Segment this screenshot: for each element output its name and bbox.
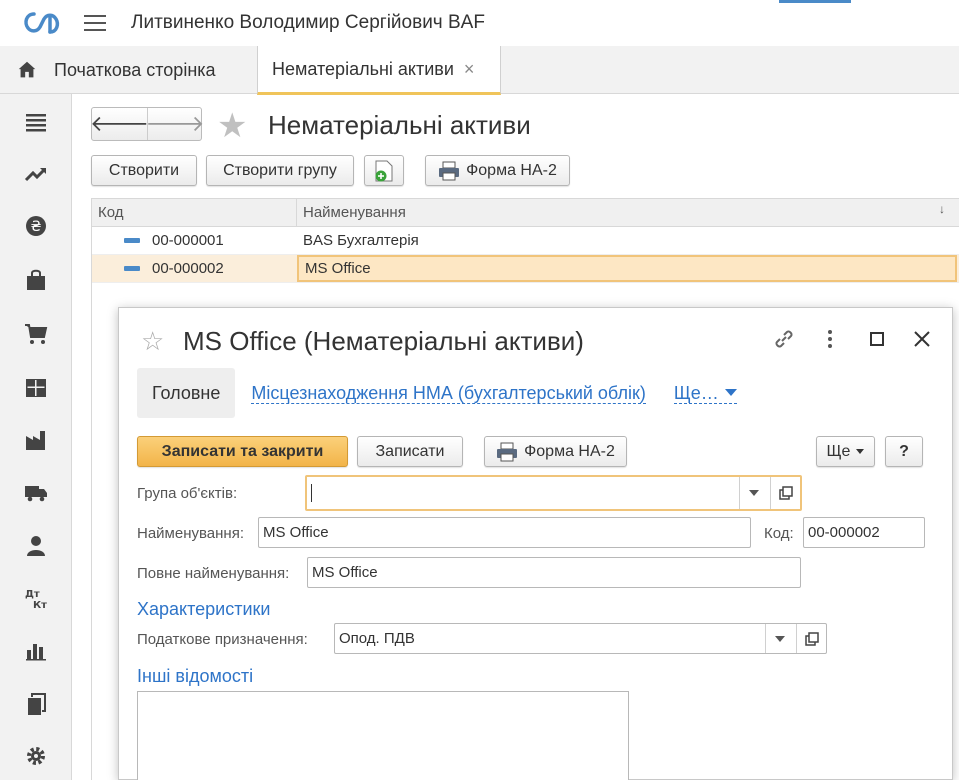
chevron-down-icon [856, 449, 865, 454]
row-code: 00-000002 [152, 260, 224, 277]
name-field[interactable]: MS Office [258, 517, 751, 548]
sidebar-factory-icon[interactable] [24, 428, 48, 452]
tab-home-label: Початкова сторінка [54, 59, 216, 80]
more-button-label: Ще [826, 442, 851, 460]
printer-icon [439, 161, 460, 180]
group-label: Група об'єктів: [137, 485, 238, 502]
group-open-button[interactable] [770, 477, 800, 509]
tax-purpose-field[interactable]: Опод. ПДВ [334, 623, 827, 654]
create-group-button[interactable]: Створити групу [206, 155, 354, 186]
chevron-down-icon [748, 490, 759, 496]
sidebar: ₴ Дт Кт [0, 94, 72, 780]
sort-desc-icon: ↓ [939, 202, 945, 216]
sidebar-settings-icon[interactable] [24, 744, 48, 768]
more-actions-icon[interactable] [817, 326, 843, 352]
history-nav: 🡐 🡒 [90, 107, 205, 141]
sidebar-reports-icon[interactable] [24, 638, 48, 662]
tab-intangible-assets[interactable]: Нематеріальні активи × [257, 46, 501, 95]
chevron-down-icon [724, 389, 737, 396]
item-marker-icon [124, 266, 140, 271]
sidebar-currency-icon[interactable]: ₴ [24, 214, 48, 238]
sidebar-warehouse-icon[interactable] [24, 376, 48, 400]
tab-home[interactable]: Початкова сторінка [0, 46, 250, 94]
column-header-name[interactable]: Найменування ↓ [297, 199, 959, 226]
page-title: Нематеріальні активи [268, 110, 531, 140]
main-menu-icon[interactable] [84, 15, 106, 31]
sidebar-menu-icon[interactable] [24, 110, 48, 134]
top-bar: Литвиненко Володимир Сергійович BAF [0, 0, 959, 46]
sidebar-bag-icon[interactable] [24, 268, 48, 292]
section-characteristics[interactable]: Характеристики [137, 599, 270, 620]
open-window-icon [778, 486, 793, 500]
sidebar-truck-icon[interactable] [24, 480, 48, 504]
favorite-star-icon[interactable]: ★ [217, 106, 247, 146]
table-row-selected[interactable]: 00-000002 MS Office [92, 255, 959, 283]
section-other-info[interactable]: Інші відомості [137, 666, 253, 687]
svg-text:Кт: Кт [33, 600, 47, 610]
name-label: Найменування: [137, 525, 244, 542]
tab-location[interactable]: Місцезнаходження НМА (бухгалтерський обл… [251, 383, 646, 404]
tax-purpose-label: Податкове призначення: [137, 631, 308, 648]
svg-text:₴: ₴ [31, 219, 42, 235]
row-name: BAS Бухгалтерія [303, 232, 419, 249]
maximize-icon[interactable] [864, 326, 890, 352]
print-form-button[interactable]: Форма НА-2 [425, 155, 570, 186]
open-window-icon [804, 631, 819, 646]
save-and-close-button[interactable]: Записати та закрити [137, 436, 348, 467]
code-label: Код: [764, 525, 794, 542]
print-form-label: Форма НА-2 [466, 161, 557, 179]
save-button[interactable]: Записати [357, 436, 463, 467]
item-marker-icon [124, 238, 140, 243]
app-logo-icon[interactable] [22, 10, 62, 36]
more-button[interactable]: Ще [816, 436, 875, 467]
top-accent-line [779, 0, 851, 3]
close-icon[interactable] [909, 326, 935, 352]
sidebar-person-icon[interactable] [24, 534, 48, 558]
sidebar-debit-credit-icon[interactable]: Дт Кт [24, 586, 48, 610]
close-tab-icon[interactable]: × [464, 59, 475, 80]
tabs-bar: Початкова сторінка Нематеріальні активи … [0, 46, 959, 95]
table-header: Код Найменування ↓ [92, 199, 959, 227]
help-button[interactable]: ? [885, 436, 923, 467]
group-dropdown-button[interactable] [739, 477, 767, 509]
print-form-button[interactable]: Форма НА-2 [484, 436, 627, 467]
print-form-label: Форма НА-2 [524, 442, 615, 460]
home-icon [18, 61, 36, 78]
tab-more-label: Ще… [673, 382, 719, 403]
tax-purpose-value: Опод. ПДВ [339, 630, 415, 647]
sidebar-cart-icon[interactable] [24, 322, 48, 346]
form-tabs: Головне Місцезнаходження НМА (бухгалтерс… [137, 368, 737, 418]
create-button[interactable]: Створити [91, 155, 197, 186]
tab-more[interactable]: Ще… [673, 382, 737, 404]
link-icon[interactable] [771, 326, 797, 352]
text-cursor [311, 484, 312, 502]
forward-button[interactable]: 🡒 [146, 108, 205, 140]
tab-main[interactable]: Головне [137, 368, 236, 418]
sidebar-documents-icon[interactable] [24, 692, 48, 716]
svg-text:Дт: Дт [25, 589, 40, 600]
sidebar-trend-icon[interactable] [24, 162, 48, 186]
tab-active-label: Нематеріальні активи [272, 58, 454, 79]
full-name-label: Повне найменування: [137, 565, 290, 582]
chevron-down-icon [774, 635, 785, 642]
tax-open-button[interactable] [796, 624, 826, 653]
add-copy-button[interactable] [364, 155, 404, 186]
favorite-star-icon[interactable]: ☆ [141, 326, 164, 357]
column-header-name-label: Найменування [303, 204, 406, 221]
app-title: Литвиненко Володимир Сергійович BAF [131, 12, 485, 33]
other-info-textarea[interactable] [137, 691, 629, 780]
column-header-code[interactable]: Код [92, 199, 297, 226]
table-row[interactable]: 00-000001 BAS Бухгалтерія [92, 227, 959, 255]
full-name-field[interactable]: MS Office [307, 557, 801, 588]
form-title: MS Office (Нематеріальні активи) [183, 326, 584, 356]
row-code: 00-000001 [152, 232, 224, 249]
code-field[interactable]: 00-000002 [803, 517, 925, 548]
back-button[interactable]: 🡐 [90, 108, 149, 140]
tax-dropdown-button[interactable] [765, 624, 793, 653]
item-form-window: ☆ MS Office (Нематеріальні активи) Голов… [118, 307, 953, 780]
group-field[interactable] [305, 475, 802, 511]
new-document-icon [375, 160, 393, 181]
row-name: MS Office [297, 255, 957, 282]
printer-icon [497, 442, 518, 461]
